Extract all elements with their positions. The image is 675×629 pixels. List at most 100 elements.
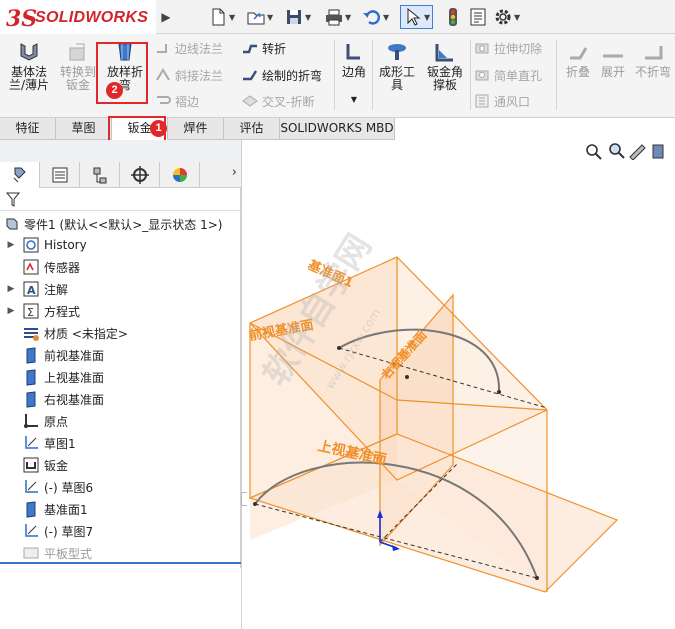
chevron-down-icon[interactable]: ▼ (267, 13, 273, 22)
panel-more-icon[interactable]: › (232, 165, 237, 180)
graphics-area[interactable]: 基准面1 前视基准面 右视基准面 上视基准面 软件自学网 www.rjzxw.c… (247, 140, 675, 629)
expand-arrow-icon[interactable]: ▶ (4, 306, 18, 316)
corners-button[interactable]: 边角 ▼ (338, 40, 370, 106)
dimxpert-tab[interactable] (120, 162, 160, 188)
display-manager-tab[interactable] (160, 162, 200, 188)
plane-icon (22, 346, 40, 364)
filter-icon[interactable] (6, 192, 20, 208)
tree-item[interactable]: ▶ Σ 方程式 (4, 300, 80, 322)
gusset-label: 钣金角 撑板 (426, 65, 463, 92)
tree-item[interactable]: 草图1 (4, 432, 76, 454)
tab-solidworks-mbd[interactable]: SOLIDWORKS MBD (280, 118, 395, 140)
solidworks-logo[interactable]: 3S SOLIDWORKS (0, 0, 156, 34)
tree-item[interactable]: 平板型式 (4, 542, 92, 564)
unfold-label: 展开 (600, 65, 625, 79)
tree-item-label: 原点 (44, 414, 69, 429)
configuration-icon (93, 167, 106, 184)
print-button[interactable]: ▼ (324, 5, 351, 29)
chevron-down-icon[interactable]: ▼ (514, 13, 520, 22)
edge-flange-button[interactable]: 边线法兰 (155, 38, 223, 58)
tab-evaluate[interactable]: 评估 (224, 118, 280, 140)
tree-item-label: 前视基准面 (44, 348, 105, 363)
tree-item[interactable]: 右视基准面 (4, 388, 104, 410)
title-bar: 3S SOLIDWORKS ▶ ▼ ▼ ▼ ▼ ▼ ▼ ▼ (0, 0, 675, 34)
tab-sketch[interactable]: 草图 (56, 118, 112, 140)
filter-bar[interactable] (0, 189, 241, 211)
expand-arrow-icon[interactable]: ▶ (4, 284, 18, 294)
open-button[interactable]: ▼ (246, 5, 273, 29)
plane-icon (22, 500, 40, 518)
gusset-button[interactable]: 钣金角 撑板 (422, 40, 468, 92)
forming-tool-button[interactable]: 成形工 具 (376, 40, 418, 92)
jog-button[interactable]: 转折 (242, 38, 286, 58)
menu-expand-icon[interactable]: ▶ (160, 6, 172, 28)
model-view[interactable]: 基准面1 前视基准面 右视基准面 上视基准面 软件自学网 www.rjzxw.c… (247, 140, 675, 629)
sketch-point (497, 390, 501, 394)
base-flange-icon (20, 43, 38, 61)
vent-button[interactable]: 通风口 (474, 91, 530, 111)
convert-to-sheet-metal-button[interactable]: 转换到 钣金 (56, 40, 100, 92)
expand-arrow-icon[interactable]: ▶ (4, 240, 18, 250)
panel-header (0, 140, 241, 162)
vent-icon (475, 94, 489, 108)
select-icon (407, 7, 421, 26)
tab-weldments[interactable]: 焊件 (168, 118, 224, 140)
save-button[interactable]: ▼ (284, 5, 311, 29)
corners-dropdown-icon[interactable]: ▼ (338, 93, 370, 106)
configuration-manager-tab[interactable] (80, 162, 120, 188)
undo-icon (363, 10, 381, 25)
tab-strip-empty (395, 118, 675, 140)
command-tabs: 特征 草图 钣金 焊件 评估 SOLIDWORKS MBD (0, 118, 395, 140)
sketch-point (337, 346, 341, 350)
miter-flange-button[interactable]: 斜接法兰 (155, 65, 223, 85)
chevron-down-icon[interactable]: ▼ (383, 13, 389, 22)
new-document-button[interactable]: ▼ (208, 5, 235, 29)
vent-label: 通风口 (494, 94, 531, 109)
tree-item[interactable]: (-) 草图6 (4, 476, 93, 498)
cross-break-button[interactable]: 交叉-折断 (242, 91, 314, 111)
tree-item-label: 注解 (44, 282, 69, 297)
sketch-point (405, 375, 409, 379)
tree-item[interactable]: 上视基准面 (4, 366, 104, 388)
traffic-light-icon (449, 8, 457, 26)
extruded-cut-button[interactable]: 拉伸切除 (474, 38, 542, 58)
simple-hole-button[interactable]: 简单直孔 (474, 65, 542, 85)
base-flange-button[interactable]: 基体法 兰/薄片 (6, 40, 52, 92)
file-properties-button[interactable] (468, 5, 488, 29)
chevron-down-icon[interactable]: ▼ (305, 13, 311, 22)
tree-item[interactable]: 传感器 (4, 256, 80, 278)
simple-hole-icon (475, 70, 489, 81)
no-bends-label: 不折弯 (634, 65, 671, 79)
jog-label: 转折 (262, 41, 287, 56)
property-manager-tab[interactable] (40, 162, 80, 188)
tree-item[interactable]: 原点 (4, 410, 68, 432)
tree-root-part[interactable]: 零件1 (默认<<默认>_显示状态 1>) (4, 214, 222, 234)
chevron-down-icon[interactable]: ▼ (229, 13, 235, 22)
undo-button[interactable]: ▼ (362, 5, 389, 29)
hem-button[interactable]: 褶边 (155, 91, 199, 111)
corners-icon (346, 44, 360, 60)
unfold-button[interactable]: 展开 (597, 40, 629, 79)
rebuild-button[interactable] (443, 5, 463, 29)
feature-tree-icon (13, 167, 26, 183)
no-bends-button[interactable]: 不折弯 (633, 40, 673, 79)
sketched-bend-button[interactable]: 绘制的折弯 (242, 65, 322, 85)
convert-sheet-icon (69, 43, 85, 61)
hem-icon (157, 96, 171, 104)
tree-item[interactable]: 基准面1 (4, 498, 88, 520)
fold-button[interactable]: 折叠 (562, 40, 594, 79)
select-button[interactable]: ▼ (400, 5, 434, 29)
tree-item[interactable]: ▶ A 注解 (4, 278, 68, 300)
options-button[interactable]: ▼ (493, 5, 520, 29)
tree-item[interactable]: ▶ History (4, 234, 87, 256)
tree-item[interactable]: 钣金 (4, 454, 68, 476)
jog-icon (243, 44, 257, 54)
chevron-down-icon[interactable]: ▼ (345, 13, 351, 22)
tree-item[interactable]: 前视基准面 (4, 344, 104, 366)
tree-item[interactable]: 材质 <未指定> (4, 322, 128, 344)
tree-item[interactable]: (-) 草图7 (4, 520, 93, 542)
chevron-down-icon[interactable]: ▼ (424, 13, 430, 22)
tree-root-label: 零件1 (默认<<默认>_显示状态 1>) (24, 217, 223, 232)
tab-features[interactable]: 特征 (0, 118, 56, 140)
feature-manager-tab[interactable] (0, 162, 40, 188)
